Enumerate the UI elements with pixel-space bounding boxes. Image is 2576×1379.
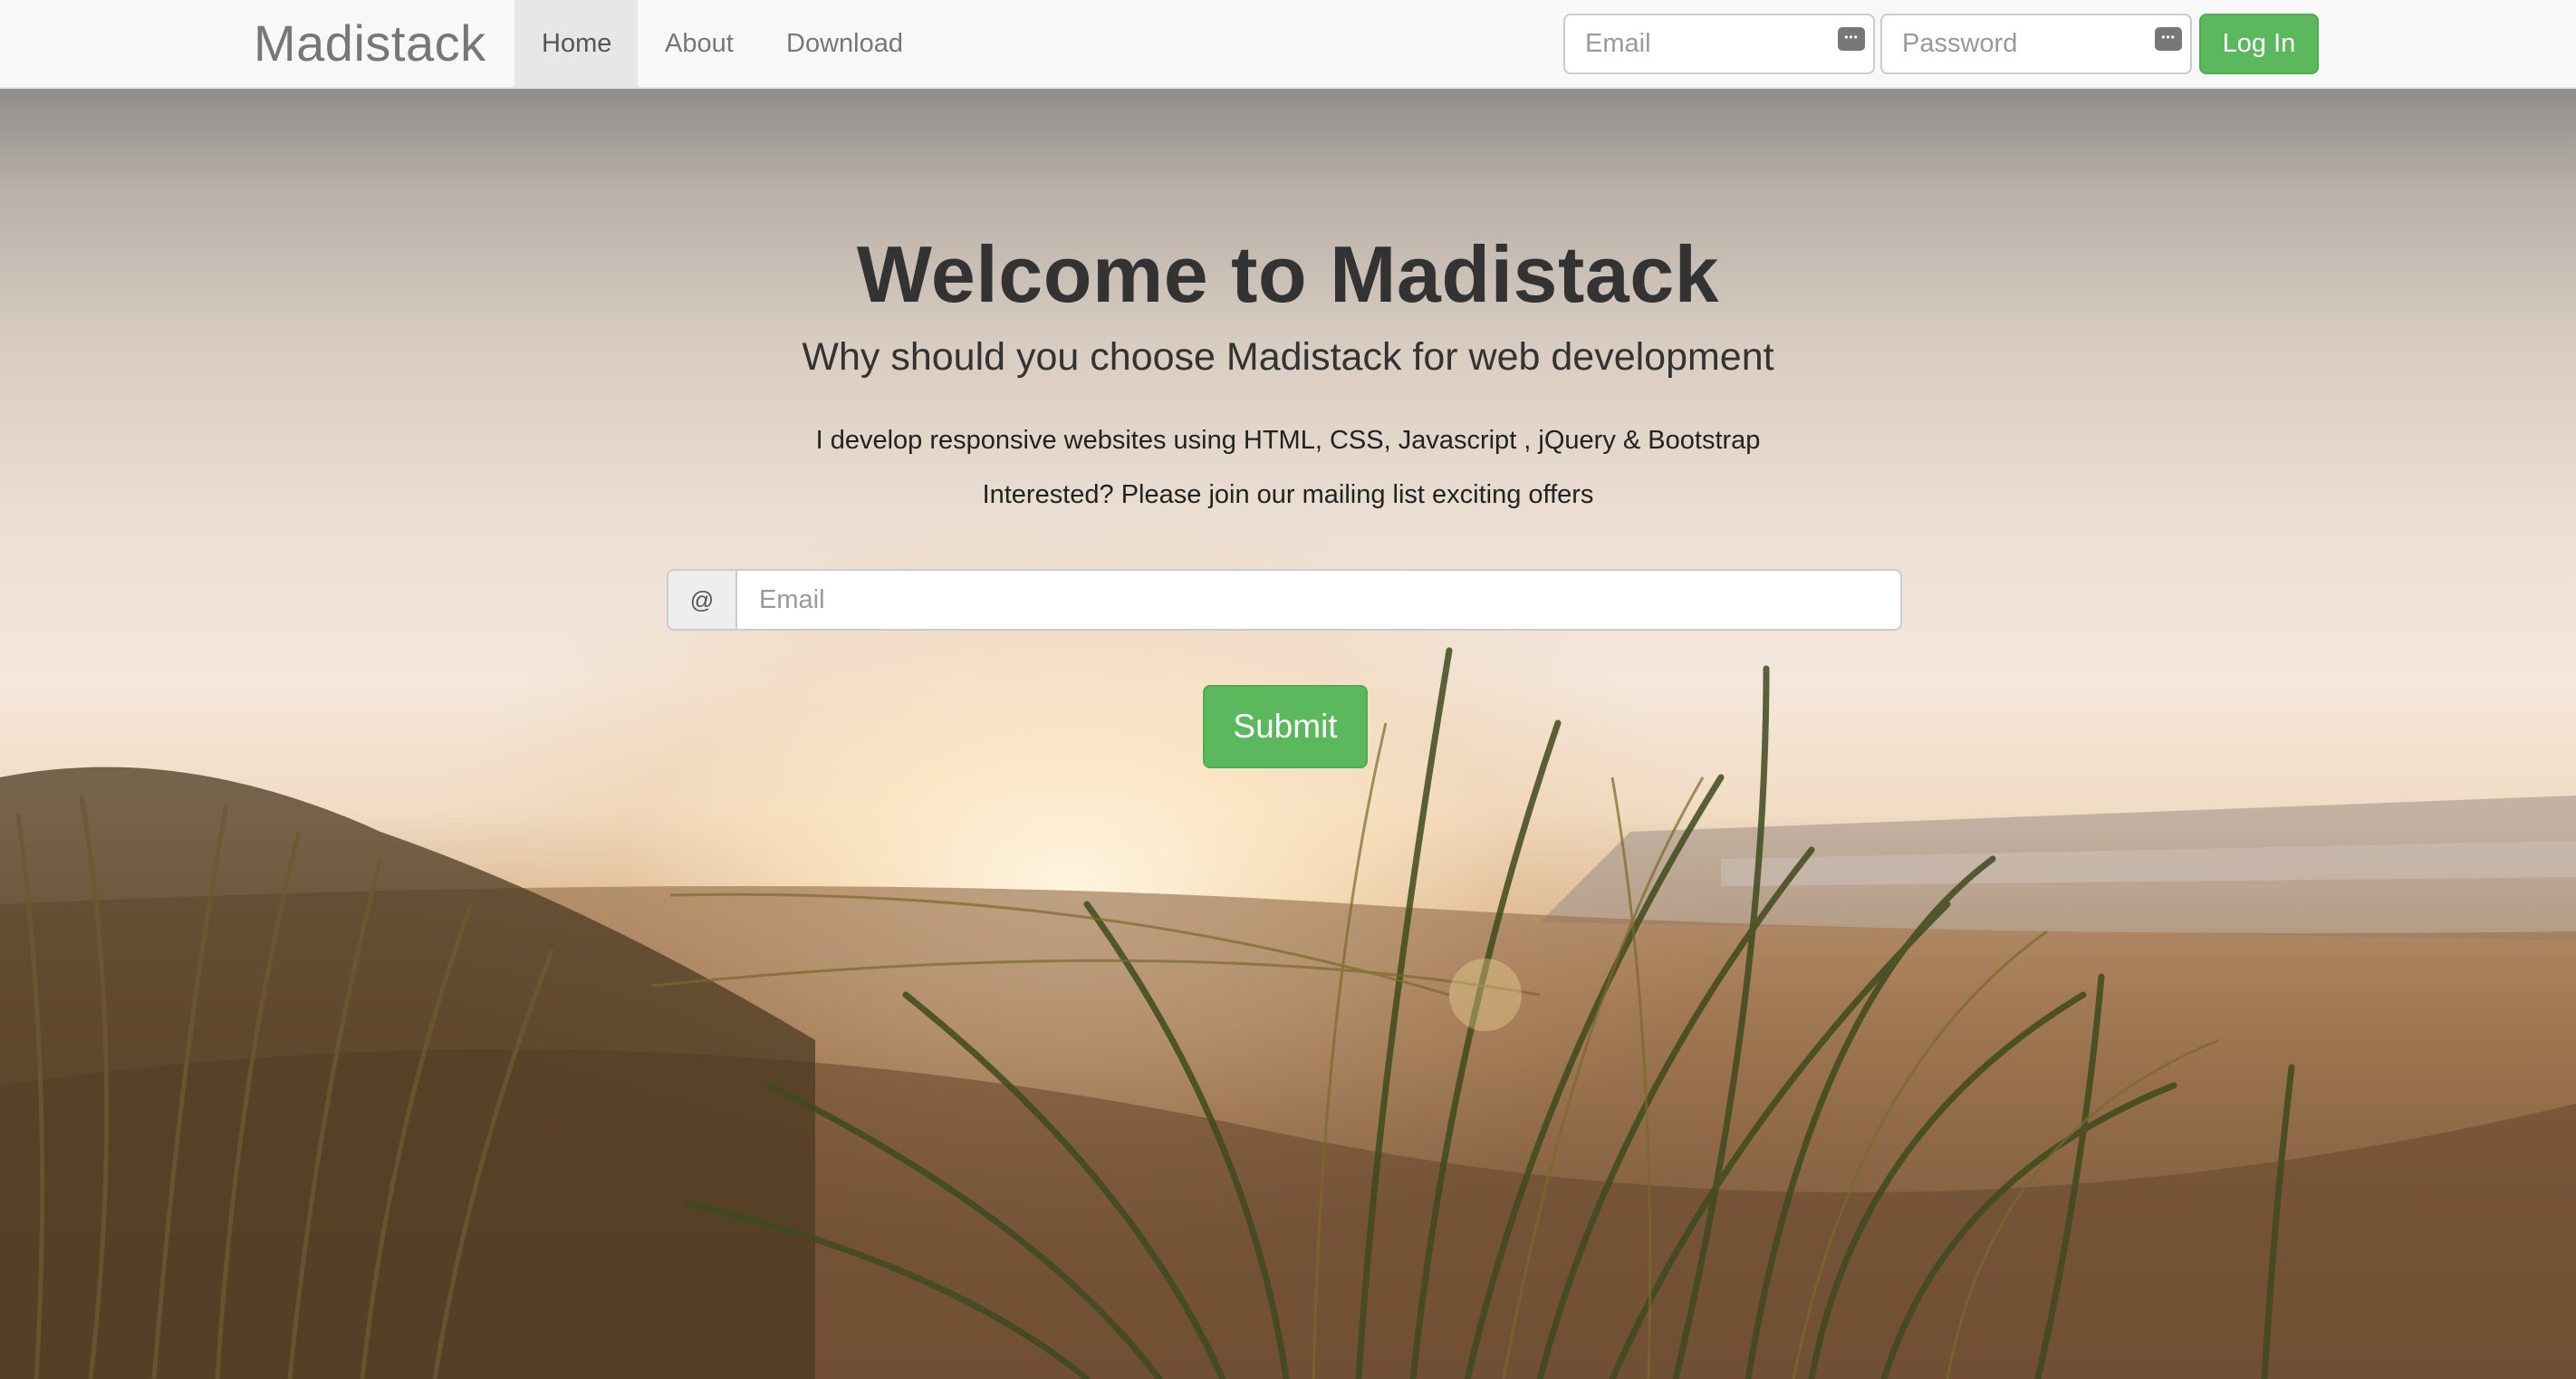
- hero-title: Welcome to Madistack: [856, 229, 1720, 319]
- login-button[interactable]: Log In: [2199, 14, 2319, 74]
- mailing-list-email-input[interactable]: [735, 569, 1902, 631]
- at-sign-icon: @: [667, 569, 735, 631]
- nav-link-about[interactable]: About: [638, 0, 761, 87]
- hero-description: I develop responsive websites using HTML…: [815, 426, 1761, 455]
- login-password-input[interactable]: [1880, 14, 2192, 74]
- password-manager-icon[interactable]: [2155, 27, 2182, 51]
- navbar: Madistack Home About Download Log In: [0, 0, 2576, 89]
- mailing-list-input-group: @: [667, 569, 1902, 631]
- submit-button[interactable]: Submit: [1203, 685, 1368, 768]
- login-email-input[interactable]: [1563, 14, 1875, 74]
- password-manager-icon[interactable]: [1838, 27, 1865, 51]
- nav-link-home[interactable]: Home: [514, 0, 638, 87]
- hero-subtitle: Why should you choose Madistack for web …: [802, 335, 1774, 379]
- brand-logo[interactable]: Madistack: [254, 0, 486, 87]
- nav-link-download[interactable]: Download: [759, 0, 930, 87]
- hero-call-to-action: Interested? Please join our mailing list…: [982, 480, 1594, 509]
